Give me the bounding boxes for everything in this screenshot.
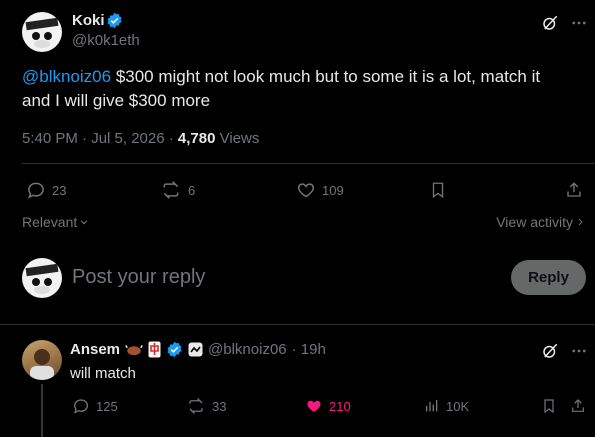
tweet-text: @blknoiz06 $300 might not look much but … bbox=[22, 65, 582, 113]
author-name[interactable]: Koki bbox=[72, 12, 105, 29]
share-icon[interactable] bbox=[570, 397, 586, 415]
relevant-label: Relevant bbox=[22, 214, 78, 230]
view-activity-label: View activity bbox=[496, 214, 573, 230]
repost-icon bbox=[160, 180, 182, 200]
mention-link[interactable]: @blknoiz06 bbox=[22, 67, 111, 86]
verified-badge-icon bbox=[106, 12, 123, 29]
reply-repost-count: 33 bbox=[212, 398, 227, 414]
share-icon[interactable] bbox=[565, 180, 583, 200]
reply-author-handle[interactable]: @blknoiz06 bbox=[208, 341, 287, 358]
affiliate-badge-icon bbox=[188, 342, 203, 357]
reply-author-avatar[interactable] bbox=[22, 340, 62, 380]
grok-icon[interactable] bbox=[541, 14, 559, 32]
chevron-down-icon bbox=[79, 217, 89, 227]
reply-author-name[interactable]: Ansem bbox=[70, 341, 120, 358]
reply-icon bbox=[26, 180, 46, 200]
tweet-time[interactable]: 5:40 PM · Jul 5, 2026 · bbox=[22, 130, 178, 147]
divider bbox=[0, 324, 595, 325]
more-icon[interactable] bbox=[570, 14, 588, 32]
divider bbox=[22, 163, 595, 164]
view-activity-link[interactable]: View activity bbox=[496, 214, 585, 230]
verified-badge-icon bbox=[166, 341, 183, 358]
tweet-text-line2: and I will give $300 more bbox=[22, 91, 211, 110]
repost-count: 6 bbox=[188, 182, 196, 198]
bookmark-icon[interactable] bbox=[541, 397, 557, 415]
reply-header: Ansem @blknoiz06 · 19h bbox=[70, 341, 326, 358]
views-label: Views bbox=[215, 130, 260, 147]
repost-action[interactable]: 6 bbox=[160, 180, 195, 200]
grok-icon[interactable] bbox=[541, 342, 559, 360]
reply-like-count: 210 bbox=[329, 398, 351, 414]
reply-icon bbox=[72, 397, 90, 415]
reply-views-count: 10K bbox=[446, 398, 470, 414]
like-action[interactable]: 109 bbox=[296, 180, 344, 200]
reply-repost-action[interactable]: 33 bbox=[186, 397, 226, 415]
more-icon[interactable] bbox=[570, 342, 588, 360]
tweet-text-line1: $300 might not look much but to some it … bbox=[111, 67, 541, 86]
current-user-avatar[interactable] bbox=[22, 258, 62, 298]
reply-time[interactable]: · 19h bbox=[292, 341, 326, 358]
author-handle[interactable]: @k0k1eth bbox=[72, 32, 140, 49]
views-icon bbox=[424, 397, 440, 415]
reply-action[interactable]: 23 bbox=[26, 180, 66, 200]
reply-like-action[interactable]: 210 bbox=[305, 397, 351, 415]
thread-line bbox=[41, 384, 43, 437]
sort-relevant[interactable]: Relevant bbox=[22, 214, 89, 230]
like-count: 109 bbox=[322, 182, 344, 198]
repost-icon bbox=[186, 397, 206, 415]
like-icon bbox=[296, 180, 316, 200]
author-avatar[interactable] bbox=[22, 12, 62, 52]
reply-views-action[interactable]: 10K bbox=[424, 397, 469, 415]
chevron-right-icon bbox=[576, 217, 585, 227]
ox-emoji-icon bbox=[125, 343, 143, 357]
like-icon bbox=[305, 397, 323, 415]
views-count: 4,780 bbox=[177, 130, 216, 147]
reply-button[interactable]: Reply bbox=[511, 260, 586, 295]
tweet-meta: 5:40 PM · Jul 5, 2026 · 4,780 Views bbox=[22, 130, 259, 147]
mahjong-emoji-icon bbox=[148, 341, 161, 358]
reply-input[interactable]: Post your reply bbox=[72, 266, 205, 289]
reply-text: will match bbox=[70, 365, 136, 382]
reply-count: 23 bbox=[52, 182, 67, 198]
bookmark-icon[interactable] bbox=[429, 180, 447, 200]
reply-reply-count: 125 bbox=[96, 398, 118, 414]
reply-reply-action[interactable]: 125 bbox=[72, 397, 118, 415]
